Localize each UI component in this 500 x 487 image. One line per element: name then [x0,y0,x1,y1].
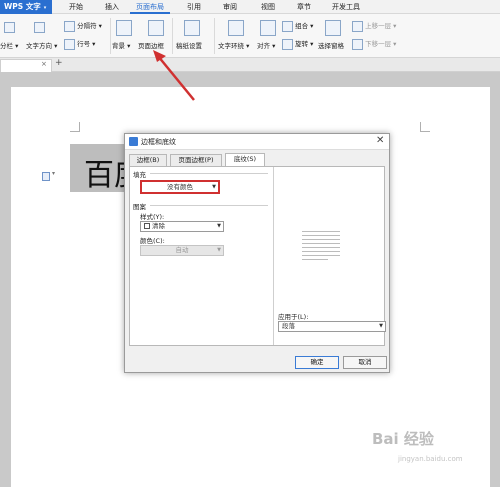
background-icon [116,20,132,36]
apply-to-value: 段落 [282,322,295,330]
send-backward-button[interactable]: 下移一层 ▾ [352,38,396,50]
pattern-style-value: 清除 [152,222,165,230]
columns-icon [4,22,15,33]
shading-tab-panel: 填充 没有颜色 ▼ 图案 样式(Y): 清除 ▼ 颜色(C): 自动 ▼ 预览 [129,166,386,346]
dialog-title: 边框和底纹 [141,138,176,146]
tab-page-border[interactable]: 页面边框(P) [170,154,222,166]
chevron-down-icon: ▼ [217,223,221,229]
pattern-color-dropdown[interactable]: 自动 ▼ [140,245,224,256]
document-tab-bar [0,58,500,72]
group-label: 组合 [295,22,309,30]
group-divider [150,205,268,206]
bring-forward-button[interactable]: 上移一层 ▾ [352,20,396,32]
pattern-style-dropdown[interactable]: 清除 ▼ [140,221,224,232]
margin-corner-mark [70,122,80,132]
ribbon-divider [214,18,215,54]
line-number-icon [64,38,75,50]
tab-view[interactable]: 视图 [254,0,282,14]
line-number-label: 行号 [77,40,91,48]
chevron-down-icon: ▾ [52,170,56,177]
page-border-icon [148,20,164,36]
color-label: 颜色(C): [140,237,165,245]
ribbon-divider [110,18,111,54]
fill-group-label: 填充 [133,171,146,179]
rotate-icon [282,38,293,50]
paper-settings-icon [184,20,200,36]
text-direction-label: 文字方向 [26,42,52,50]
margin-corner-mark [420,122,430,132]
pattern-color-value: 自动 [175,246,189,254]
bring-forward-label: 上移一层 [365,22,392,30]
line-number-button[interactable]: 行号 ▾ [64,38,95,50]
group-icon [282,20,293,32]
tab-borders[interactable]: 边框(B) [129,154,167,166]
wps-app-button[interactable]: WPS 文字 ▾ [0,0,52,14]
fill-color-value: 没有颜色 [167,183,193,191]
tab-developer[interactable]: 开发工具 [326,0,366,14]
new-tab-icon[interactable]: + [55,58,63,68]
rotate-button[interactable]: 旋转 ▾ [282,38,313,50]
tab-page-layout[interactable]: 页面布局 [130,0,170,14]
columns-button[interactable]: 分栏 ▾ [0,40,18,50]
rotate-label: 旋转 [295,40,309,48]
tab-start[interactable]: 开始 [62,0,90,14]
text-wrap-label: 文字环绕 [218,42,244,50]
text-wrap-button[interactable]: 文字环绕 ▾ [218,40,249,50]
chevron-down-icon: ▼ [212,184,216,190]
close-tab-icon[interactable]: × [41,60,47,68]
tab-shading[interactable]: 底纹(S) [225,153,265,167]
preview-sample [302,231,340,263]
paragraph-icon[interactable] [42,172,50,181]
text-direction-button[interactable]: 文字方向 ▾ [26,40,57,50]
borders-shading-dialog: 边框和底纹 ✕ 边框(B) 页面边框(P) 底纹(S) 填充 没有颜色 ▼ 图案… [124,133,390,373]
group-divider [150,173,268,174]
text-wrap-icon [228,20,244,36]
cancel-button[interactable]: 取消 [343,356,387,369]
separator-button[interactable]: 分隔符 ▾ [64,20,102,32]
tab-chapter[interactable]: 章节 [290,0,318,14]
text-direction-icon [34,22,45,33]
tab-review[interactable]: 审阅 [216,0,244,14]
wps-icon [129,137,138,146]
chevron-down-icon: ▼ [379,323,383,329]
fill-color-dropdown[interactable]: 没有颜色 ▼ [140,180,220,194]
selection-pane-button[interactable]: 选择窗格 [318,40,344,50]
send-backward-label: 下移一层 [365,40,392,48]
watermark-logo: Bai 经验 [372,430,434,448]
tab-references[interactable]: 引用 [180,0,208,14]
separator-label: 分隔符 [77,22,97,30]
pattern-group-label: 图案 [133,203,146,211]
close-icon[interactable]: ✕ [376,135,384,146]
send-backward-icon [352,38,363,50]
apply-to-label: 应用于(L): [278,313,309,321]
align-button[interactable]: 对齐 ▾ [257,40,275,50]
bring-forward-icon [352,20,363,32]
background-button[interactable]: 背景 ▾ [112,40,130,50]
align-icon [260,20,276,36]
align-label: 对齐 [257,42,270,50]
wps-app-label: WPS 文字 [4,2,41,11]
ok-button[interactable]: 确定 [295,356,339,369]
style-label: 样式(Y): [140,213,165,221]
background-label: 背景 [112,42,125,50]
tab-insert[interactable]: 插入 [98,0,126,14]
annotation-arrow-icon [153,50,195,101]
apply-to-dropdown[interactable]: 段落 ▼ [278,321,386,332]
swatch-icon [144,223,150,229]
watermark-url: jingyan.baidu.com [398,455,463,463]
chevron-down-icon: ▼ [217,247,221,253]
separator-icon [64,20,75,32]
columns-label: 分栏 [0,42,13,50]
group-button[interactable]: 组合 ▾ [282,20,313,32]
selection-pane-icon [325,20,341,36]
